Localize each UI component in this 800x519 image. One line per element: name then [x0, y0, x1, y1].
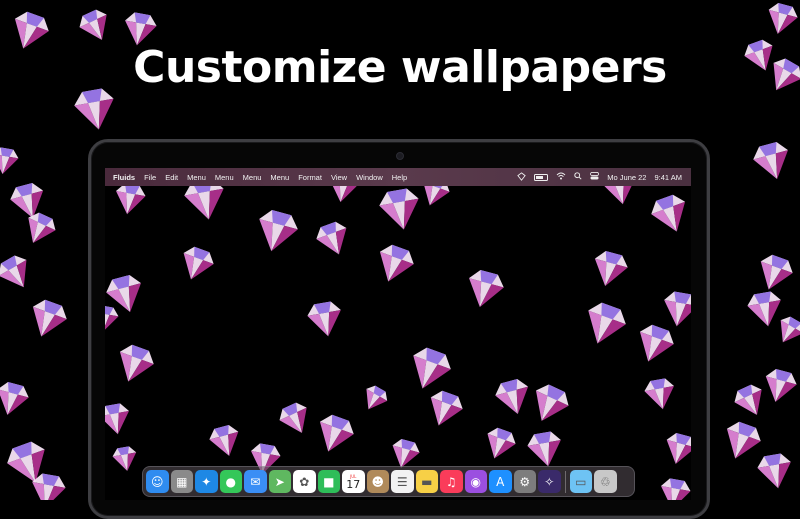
menu-generic-3[interactable]: Menu [243, 173, 262, 182]
gem-shape [430, 390, 463, 426]
gem-shape [379, 188, 419, 230]
gem-shape [651, 194, 686, 232]
gem-shape [0, 382, 29, 416]
menu-time[interactable]: 9:41 AM [654, 173, 682, 182]
messages-icon[interactable]: ● [219, 470, 242, 493]
gem-shape [379, 244, 414, 282]
gem-shape [0, 147, 19, 175]
menu-format[interactable]: Format [298, 173, 322, 182]
gem-shape [79, 9, 107, 40]
menu-generic-2[interactable]: Menu [215, 173, 234, 182]
gem-shape [119, 344, 154, 382]
gem-shape [666, 433, 691, 464]
gem-shape [116, 183, 146, 215]
desktop-screen: Fluids File Edit Menu Menu Menu Menu For… [105, 168, 691, 500]
safari-icon[interactable]: ✦ [195, 470, 218, 493]
gem-shape [588, 302, 626, 344]
gem-shape [74, 88, 114, 130]
trash-icon[interactable]: ♲ [594, 470, 617, 493]
gem-shape [319, 414, 354, 452]
menu-generic-1[interactable]: Menu [187, 173, 206, 182]
gem-shape [594, 251, 628, 287]
gem-shape [105, 403, 129, 435]
control-center-icon[interactable] [590, 172, 600, 182]
search-icon[interactable] [574, 172, 582, 182]
menu-app-name[interactable]: Fluids [113, 173, 135, 182]
gem-shape [259, 210, 298, 252]
reminders-icon[interactable]: ☰ [391, 470, 414, 493]
calendar-day: 17 [346, 477, 361, 491]
gem-shape [469, 270, 504, 308]
gem-shape [366, 385, 388, 410]
gem-shape [734, 384, 762, 415]
mail-icon[interactable]: ✉ [244, 470, 267, 493]
gem-shape [413, 347, 451, 389]
gem-shape [279, 402, 307, 433]
gem-shape [768, 3, 798, 34]
gem-shape [780, 316, 800, 343]
music-icon[interactable]: ♫ [440, 470, 463, 493]
maps-icon[interactable]: ➤ [268, 470, 291, 493]
menu-edit[interactable]: Edit [165, 173, 178, 182]
contacts-icon[interactable]: ☻ [366, 470, 389, 493]
gem-shape [760, 254, 793, 290]
gem-shape [183, 246, 214, 280]
menu-generic-4[interactable]: Menu [270, 173, 289, 182]
gem-shape [765, 369, 797, 403]
gem-shape [112, 446, 137, 471]
calendar-icon[interactable]: JUL 17 [342, 470, 365, 493]
facetime-icon[interactable]: ■ [317, 470, 340, 493]
gem-shape [535, 384, 569, 421]
headline: Customize wallpapers [133, 42, 667, 93]
finder-icon[interactable]: ☺ [146, 470, 169, 493]
notes-icon[interactable]: ▬ [415, 470, 438, 493]
menu-window[interactable]: Window [356, 173, 383, 182]
gem-shape [32, 299, 67, 337]
podcasts-icon[interactable]: ◉ [464, 470, 487, 493]
photos-icon[interactable]: ✿ [293, 470, 316, 493]
gem-shape [664, 291, 691, 327]
gem-shape [726, 421, 761, 459]
gem-shape [747, 291, 781, 327]
gem-shape [639, 324, 674, 362]
gem-shape [757, 453, 791, 489]
gem-shape [307, 301, 341, 337]
fluids-status-icon[interactable] [517, 171, 527, 183]
dock: ☺ ▦ ✦ ● ✉ ➤ ✿ ■ JUL 17 ☻ ☰ ▬ ♫ ◉ A ⚙ ✧ ▭ ♲ [142, 466, 635, 497]
dock-separator [564, 470, 566, 493]
gem-shape [487, 427, 516, 459]
menu-date[interactable]: Mo June 22 [607, 173, 646, 182]
gem-shape [0, 255, 27, 288]
launchpad-icon[interactable]: ▦ [170, 470, 193, 493]
downloads-folder-icon[interactable]: ▭ [569, 470, 592, 493]
gem-shape [28, 212, 56, 243]
system-preferences-icon[interactable]: ⚙ [513, 470, 536, 493]
gem-shape [644, 378, 674, 410]
gem-shape [105, 305, 119, 333]
fluids-app-icon[interactable]: ✧ [538, 470, 561, 493]
menu-bar: Fluids File Edit Menu Menu Menu Menu For… [105, 168, 691, 186]
menu-file[interactable]: File [144, 173, 156, 182]
gem-shape [316, 221, 347, 255]
gem-shape [209, 425, 239, 456]
gem-shape [527, 431, 561, 467]
menu-view[interactable]: View [331, 173, 347, 182]
desktop-wallpaper [105, 173, 691, 500]
wifi-icon[interactable] [556, 172, 566, 182]
battery-icon[interactable] [534, 173, 549, 181]
menu-help[interactable]: Help [392, 173, 407, 182]
gem-shape [495, 379, 529, 415]
app-store-icon[interactable]: A [489, 470, 512, 493]
camera-icon [396, 152, 404, 160]
gem-shape [753, 142, 788, 180]
gem-shape [661, 478, 691, 500]
